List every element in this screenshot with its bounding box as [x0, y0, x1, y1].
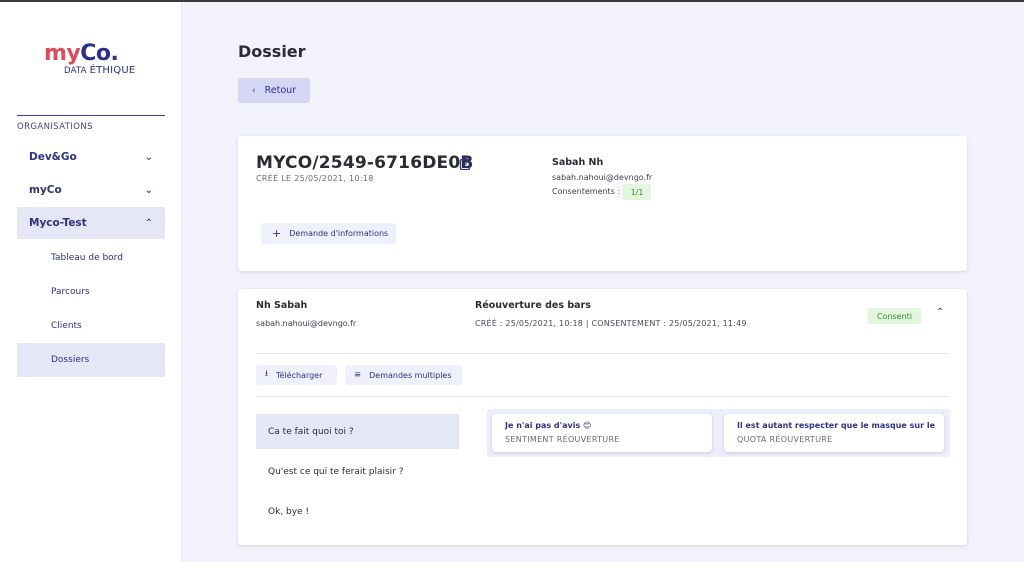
contact-name: Sabah Nh	[552, 157, 604, 168]
chevron-down-icon: ⌄	[144, 184, 153, 196]
question-item[interactable]: Ca te fait quoi toi ?	[256, 414, 459, 449]
answer-card[interactable]: Il est autant respecter que le masque su…	[724, 414, 944, 452]
participant-email: sabah.nahoui@devngo.fr	[256, 319, 357, 328]
consent-count-badge: 1/1	[623, 184, 651, 200]
parcours-dates: CRÉÉ : 25/05/2021, 10:18 | CONSENTEMENT …	[475, 319, 747, 328]
sidebar-item-dossiers[interactable]: Dossiers	[17, 343, 165, 377]
collapse-chevron-up-icon[interactable]: ⌃	[936, 307, 944, 318]
sidebar-item-parcours[interactable]: Parcours	[17, 275, 165, 309]
chevron-up-icon: ⌃	[144, 217, 153, 229]
multiple-requests-button[interactable]: ≡ Demandes multiples	[345, 365, 462, 385]
back-button[interactable]: ‹ Retour	[238, 78, 310, 103]
answer-key: SENTIMENT RÉOUVERTURE	[505, 435, 620, 444]
sidebar-org-myco[interactable]: myCo ⌄	[17, 174, 165, 206]
sidebar-org-myco-test[interactable]: Myco-Test ⌃	[17, 207, 165, 239]
participant-name: Nh Sabah	[256, 300, 308, 311]
sidebar-item-tableau-de-bord[interactable]: Tableau de bord	[17, 241, 165, 275]
download-icon: ⭳	[265, 369, 268, 379]
parcours-title: Réouverture des bars	[475, 300, 591, 311]
dossier-created-date: CRÉÉ LE 25/05/2021, 10:18	[256, 174, 374, 183]
parcours-card: Nh Sabah sabah.nahoui@devngo.fr Réouvert…	[238, 289, 967, 545]
clipboard-copy-icon[interactable]	[459, 157, 471, 170]
organisations-heading: ORGANISATIONS	[17, 122, 93, 132]
myco-logo[interactable]: myCo. DATA ÉTHIQUE	[44, 42, 144, 82]
sidebar-divider	[17, 115, 165, 116]
question-item[interactable]: Ok, bye !	[256, 494, 459, 529]
sidebar-item-clients[interactable]: Clients	[17, 309, 165, 343]
question-item[interactable]: Qu'est ce qui te ferait plaisir ?	[256, 454, 459, 489]
answer-card[interactable]: Je n'ai pas d'avis 😊 SENTIMENT RÉOUVERTU…	[492, 414, 712, 452]
plus-icon: +	[272, 227, 282, 240]
download-button[interactable]: ⭳ Télécharger	[256, 365, 337, 385]
dossier-reference: MYCO/2549-6716DE0B	[256, 153, 474, 173]
divider	[256, 396, 949, 397]
list-edit-icon: ≡	[354, 370, 362, 380]
answer-value: Je n'ai pas d'avis 😊	[505, 421, 592, 430]
chevron-down-icon: ⌄	[144, 151, 153, 163]
status-badge: Consenti	[868, 308, 921, 324]
sidebar: myCo. DATA ÉTHIQUE ORGANISATIONS Dev&Go …	[0, 2, 182, 562]
sidebar-org-devgo[interactable]: Dev&Go ⌄	[17, 141, 165, 173]
request-information-button[interactable]: + Demande d'informations	[261, 223, 396, 244]
answer-value: Il est autant respecter que le masque su…	[737, 421, 937, 430]
divider	[256, 353, 949, 354]
chevron-left-icon: ‹	[252, 85, 256, 96]
consent-label: Consentements :	[552, 187, 621, 196]
answer-key: QUOTA RÉOUVERTURE	[737, 435, 833, 444]
answers-panel: Je n'ai pas d'avis 😊 SENTIMENT RÉOUVERTU…	[487, 409, 950, 457]
dossier-summary-card: MYCO/2549-6716DE0B CRÉÉ LE 25/05/2021, 1…	[238, 136, 967, 271]
contact-email: sabah.nahoui@devngo.fr	[552, 173, 653, 182]
page-title: Dossier	[238, 42, 306, 61]
